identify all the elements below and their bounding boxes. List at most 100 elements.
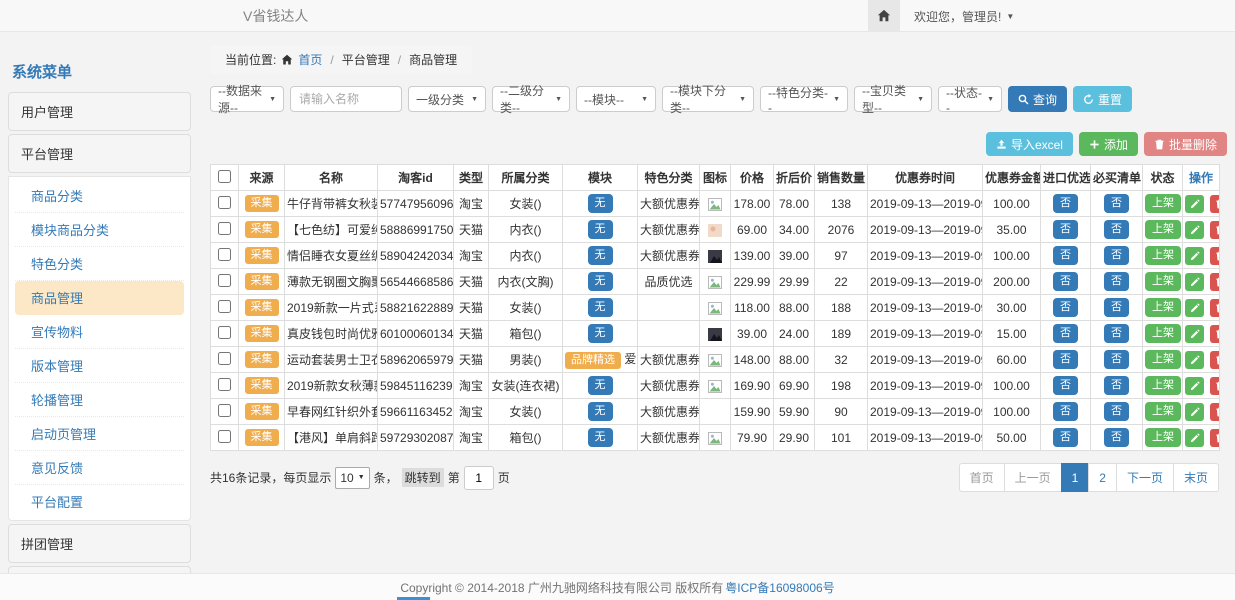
edit-button[interactable] xyxy=(1185,377,1204,395)
search-button[interactable]: 查询 xyxy=(1008,86,1067,112)
row-checkbox[interactable] xyxy=(218,430,231,443)
status-badge[interactable]: 上架 xyxy=(1145,350,1181,368)
sidebar-group-拼团管理[interactable]: 拼团管理 xyxy=(8,524,191,563)
filter-select[interactable]: --宝贝类型--▼ xyxy=(854,86,932,112)
status-badge[interactable]: 上架 xyxy=(1145,402,1181,420)
delete-button[interactable] xyxy=(1210,299,1219,317)
must-buy-badge[interactable]: 否 xyxy=(1104,324,1129,342)
sidebar-item-商品管理[interactable]: 商品管理 xyxy=(15,281,184,315)
delete-button[interactable] xyxy=(1210,429,1219,447)
imported-badge[interactable]: 否 xyxy=(1053,428,1078,446)
must-buy-badge[interactable]: 否 xyxy=(1104,350,1129,368)
page-number-input[interactable] xyxy=(464,466,494,490)
batch-delete-button[interactable]: 批量删除 xyxy=(1144,132,1227,156)
breadcrumb-home-link[interactable]: 首页 xyxy=(298,51,322,68)
edit-button[interactable] xyxy=(1185,195,1204,213)
user-menu[interactable]: 欢迎您，管理员! ▼ xyxy=(900,0,1014,32)
delete-button[interactable] xyxy=(1210,403,1219,421)
imported-badge[interactable]: 否 xyxy=(1053,272,1078,290)
filter-select[interactable]: --特色分类--▼ xyxy=(760,86,848,112)
sidebar-group-平台管理[interactable]: 平台管理 xyxy=(8,134,191,173)
page-button-末页[interactable]: 末页 xyxy=(1173,463,1219,492)
row-checkbox[interactable] xyxy=(218,378,231,391)
imported-badge[interactable]: 否 xyxy=(1053,246,1078,264)
per-page-select[interactable]: 10 ▼ xyxy=(335,467,369,489)
edit-button[interactable] xyxy=(1185,221,1204,239)
icp-link[interactable]: 粤ICP备16098006号 xyxy=(725,579,834,596)
sidebar-item-轮播管理[interactable]: 轮播管理 xyxy=(15,383,184,417)
row-checkbox[interactable] xyxy=(218,326,231,339)
imported-badge[interactable]: 否 xyxy=(1053,350,1078,368)
row-checkbox[interactable] xyxy=(218,352,231,365)
status-badge[interactable]: 上架 xyxy=(1145,298,1181,316)
status-badge[interactable]: 上架 xyxy=(1145,324,1181,342)
edit-button[interactable] xyxy=(1185,325,1204,343)
home-button[interactable] xyxy=(868,0,900,32)
must-buy-badge[interactable]: 否 xyxy=(1104,272,1129,290)
edit-button[interactable] xyxy=(1185,429,1204,447)
status-badge[interactable]: 上架 xyxy=(1145,220,1181,238)
status-badge[interactable]: 上架 xyxy=(1145,428,1181,446)
edit-button[interactable] xyxy=(1185,273,1204,291)
sidebar-item-宣传物料[interactable]: 宣传物料 xyxy=(15,315,184,349)
must-buy-badge[interactable]: 否 xyxy=(1104,402,1129,420)
imported-badge[interactable]: 否 xyxy=(1053,194,1078,212)
delete-button[interactable] xyxy=(1210,377,1219,395)
sidebar-item-版本管理[interactable]: 版本管理 xyxy=(15,349,184,383)
sidebar-item-启动页管理[interactable]: 启动页管理 xyxy=(15,417,184,451)
imported-badge[interactable]: 否 xyxy=(1053,324,1078,342)
status-badge[interactable]: 上架 xyxy=(1145,246,1181,264)
delete-button[interactable] xyxy=(1210,351,1219,369)
sidebar-item-特色分类[interactable]: 特色分类 xyxy=(15,247,184,281)
must-buy-badge[interactable]: 否 xyxy=(1104,428,1129,446)
edit-button[interactable] xyxy=(1185,247,1204,265)
add-button[interactable]: 添加 xyxy=(1079,132,1138,156)
filter-select[interactable]: --二级分类--▼ xyxy=(492,86,570,112)
imported-badge[interactable]: 否 xyxy=(1053,376,1078,394)
filter-select[interactable]: --模块--▼ xyxy=(576,86,656,112)
must-buy-badge[interactable]: 否 xyxy=(1104,298,1129,316)
delete-button[interactable] xyxy=(1210,195,1219,213)
row-checkbox[interactable] xyxy=(218,404,231,417)
sidebar-group-省惠快报[interactable]: 省惠快报 xyxy=(8,566,191,573)
sidebar-item-意见反馈[interactable]: 意见反馈 xyxy=(15,451,184,485)
row-checkbox[interactable] xyxy=(218,274,231,287)
must-buy-badge[interactable]: 否 xyxy=(1104,220,1129,238)
page-button-上一页[interactable]: 上一页 xyxy=(1004,463,1062,492)
row-checkbox[interactable] xyxy=(218,300,231,313)
filter-select[interactable]: --状态--▼ xyxy=(938,86,1002,112)
imported-badge[interactable]: 否 xyxy=(1053,402,1078,420)
sidebar-item-平台配置[interactable]: 平台配置 xyxy=(15,485,184,518)
edit-button[interactable] xyxy=(1185,403,1204,421)
imported-badge[interactable]: 否 xyxy=(1053,220,1078,238)
edit-button[interactable] xyxy=(1185,299,1204,317)
status-badge[interactable]: 上架 xyxy=(1145,376,1181,394)
row-checkbox[interactable] xyxy=(218,196,231,209)
status-badge[interactable]: 上架 xyxy=(1145,194,1181,212)
reset-button[interactable]: 重置 xyxy=(1073,86,1132,112)
delete-button[interactable] xyxy=(1210,247,1219,265)
status-badge[interactable]: 上架 xyxy=(1145,272,1181,290)
delete-button[interactable] xyxy=(1210,325,1219,343)
sidebar-item-模块商品分类[interactable]: 模块商品分类 xyxy=(15,213,184,247)
select-all-checkbox[interactable] xyxy=(218,170,231,183)
page-button-2[interactable]: 2 xyxy=(1088,463,1117,492)
delete-button[interactable] xyxy=(1210,221,1219,239)
imported-badge[interactable]: 否 xyxy=(1053,298,1078,316)
row-checkbox[interactable] xyxy=(218,222,231,235)
page-button-首页[interactable]: 首页 xyxy=(959,463,1005,492)
must-buy-badge[interactable]: 否 xyxy=(1104,246,1129,264)
edit-button[interactable] xyxy=(1185,351,1204,369)
row-checkbox[interactable] xyxy=(218,248,231,261)
sidebar-group-用户管理[interactable]: 用户管理 xyxy=(8,92,191,131)
page-button-1[interactable]: 1 xyxy=(1061,463,1090,492)
page-button-下一页[interactable]: 下一页 xyxy=(1116,463,1174,492)
name-search-input[interactable] xyxy=(290,86,402,112)
delete-button[interactable] xyxy=(1210,273,1219,291)
filter-select[interactable]: 一级分类▼ xyxy=(408,86,486,112)
import-excel-button[interactable]: 导入excel xyxy=(986,132,1073,156)
must-buy-badge[interactable]: 否 xyxy=(1104,376,1129,394)
filter-select[interactable]: --模块下分类--▼ xyxy=(662,86,754,112)
sidebar-item-商品分类[interactable]: 商品分类 xyxy=(15,179,184,213)
select-data-source[interactable]: --数据来源--▼ xyxy=(210,86,284,112)
